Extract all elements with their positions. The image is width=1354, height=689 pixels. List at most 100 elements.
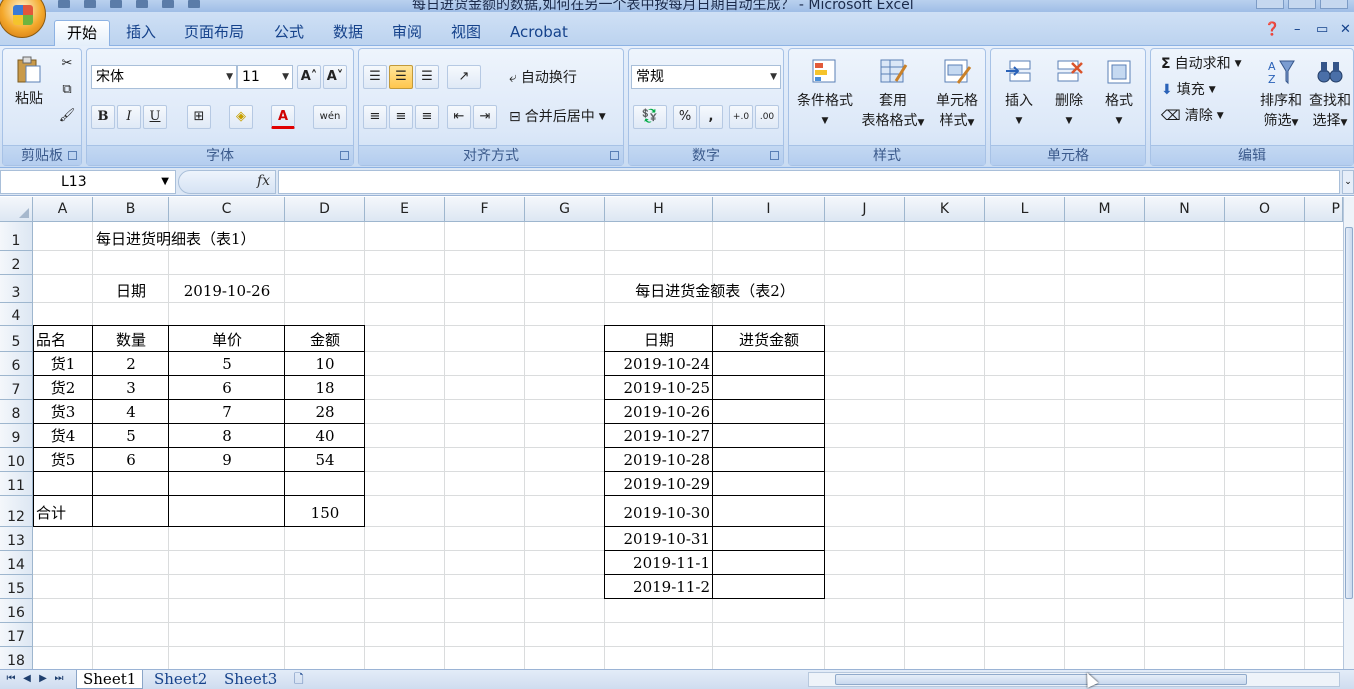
align-right-icon[interactable]: ≡ xyxy=(415,105,439,129)
fill-color-icon[interactable]: ◈ xyxy=(229,105,253,129)
table1-cell[interactable]: 4 xyxy=(93,400,169,424)
font-color-button[interactable]: A xyxy=(271,105,295,129)
table2-date-cell[interactable]: 2019-11-2 xyxy=(605,575,713,599)
row-header-12[interactable]: 12 xyxy=(0,496,33,527)
paste-button[interactable]: 粘贴 xyxy=(7,55,51,109)
phonetic-button[interactable]: wén xyxy=(313,105,347,129)
first-sheet-icon[interactable]: ⏮ xyxy=(4,672,18,686)
table2-date-cell[interactable]: 2019-10-29 xyxy=(605,472,713,496)
table2-header-date[interactable]: 日期 xyxy=(605,326,713,352)
row-header-9[interactable]: 9 xyxy=(0,424,33,448)
row-header-10[interactable]: 10 xyxy=(0,448,33,472)
tab-page-layout[interactable]: 页面布局 xyxy=(172,20,256,46)
formula-input[interactable] xyxy=(278,170,1340,194)
column-header-c[interactable]: C xyxy=(169,197,285,222)
row-header-11[interactable]: 11 xyxy=(0,472,33,496)
align-middle-icon[interactable]: ☰ xyxy=(389,65,413,89)
column-header-p[interactable]: P xyxy=(1305,197,1343,222)
column-header-e[interactable]: E xyxy=(365,197,445,222)
row-header-6[interactable]: 6 xyxy=(0,352,33,376)
column-header-b[interactable]: B xyxy=(93,197,169,222)
vertical-scrollbar[interactable] xyxy=(1343,197,1354,669)
table1-header-amount[interactable]: 金额 xyxy=(285,326,365,352)
table1-date-value[interactable]: 2019-10-26 xyxy=(169,275,285,303)
sheet-tab-sheet3[interactable]: Sheet3 xyxy=(218,670,283,689)
table2-date-cell[interactable]: 2019-10-25 xyxy=(605,376,713,400)
table2-date-cell[interactable]: 2019-10-30 xyxy=(605,496,713,527)
table1-cell[interactable]: 9 xyxy=(169,448,285,472)
table1-header-price[interactable]: 单价 xyxy=(169,326,285,352)
table1-header-qty[interactable]: 数量 xyxy=(93,326,169,352)
row-header-17[interactable]: 17 xyxy=(0,623,33,647)
ribbon-minimize-icon[interactable]: – xyxy=(1294,22,1301,37)
row-header-2[interactable]: 2 xyxy=(0,251,33,275)
underline-button[interactable]: U xyxy=(143,105,167,129)
clipboard-launcher-icon[interactable] xyxy=(68,151,77,160)
number-format-combo[interactable]: 常规 ▼ xyxy=(631,65,781,89)
maximize-button[interactable] xyxy=(1288,0,1316,9)
tab-data[interactable]: 数据 xyxy=(321,20,375,46)
align-left-icon[interactable]: ≡ xyxy=(363,105,387,129)
tab-acrobat[interactable]: Acrobat xyxy=(498,20,580,46)
minimize-button[interactable] xyxy=(1256,0,1284,9)
column-header-h[interactable]: H xyxy=(605,197,713,222)
table1-cell[interactable]: 货5 xyxy=(33,448,93,472)
tab-view[interactable]: 视图 xyxy=(439,20,493,46)
font-size-combo[interactable]: 11 ▼ xyxy=(237,65,293,89)
merge-center-button[interactable]: ⊟ 合并后居中 ▼ xyxy=(509,106,606,128)
name-box[interactable]: L13 ▼ xyxy=(0,170,176,194)
table1-total-value[interactable]: 150 xyxy=(285,496,365,527)
next-sheet-icon[interactable]: ▶ xyxy=(36,672,50,686)
table1-cell[interactable]: 40 xyxy=(285,424,365,448)
select-all-button[interactable] xyxy=(0,197,33,222)
delete-cells-button[interactable]: 删除 ▼ xyxy=(1047,57,1091,131)
row-header-3[interactable]: 3 xyxy=(0,275,33,303)
insert-function-icon[interactable]: fx xyxy=(257,173,270,189)
table1-cell[interactable]: 5 xyxy=(93,424,169,448)
table1-cell[interactable]: 5 xyxy=(169,352,285,376)
print-preview-icon[interactable] xyxy=(136,0,148,8)
row-header-5[interactable]: 5 xyxy=(0,326,33,352)
column-header-j[interactable]: J xyxy=(825,197,905,222)
autosum-button[interactable]: Σ 自动求和 ▼ xyxy=(1161,53,1242,75)
insert-sheet-icon[interactable]: 🗋 xyxy=(288,670,310,689)
cut-icon[interactable]: ✂ xyxy=(55,53,79,77)
column-header-f[interactable]: F xyxy=(445,197,525,222)
align-top-icon[interactable]: ☰ xyxy=(363,65,387,89)
column-header-n[interactable]: N xyxy=(1145,197,1225,222)
increase-indent-icon[interactable]: ⇥ xyxy=(473,105,497,129)
border-icon[interactable]: ⊞ xyxy=(187,105,211,129)
horizontal-scroll-thumb[interactable] xyxy=(835,674,1247,685)
table1-cell[interactable]: 7 xyxy=(169,400,285,424)
column-header-l[interactable]: L xyxy=(985,197,1065,222)
column-header-m[interactable]: M xyxy=(1065,197,1145,222)
shrink-font-button[interactable]: A˅ xyxy=(323,65,347,89)
table1-cell[interactable]: 货4 xyxy=(33,424,93,448)
italic-button[interactable]: I xyxy=(117,105,141,129)
sheet-tab-sheet2[interactable]: Sheet2 xyxy=(148,670,213,689)
customize-qat-icon[interactable] xyxy=(188,0,200,8)
table1-total-label[interactable]: 合计 xyxy=(33,496,93,527)
table1-header-product[interactable]: 品名 xyxy=(33,326,93,352)
table2-date-cell[interactable]: 2019-11-1 xyxy=(605,551,713,575)
column-header-o[interactable]: O xyxy=(1225,197,1305,222)
tab-review[interactable]: 审阅 xyxy=(380,20,434,46)
table1-cell[interactable]: 28 xyxy=(285,400,365,424)
number-launcher-icon[interactable] xyxy=(770,151,779,160)
bold-button[interactable]: B xyxy=(91,105,115,129)
decrease-indent-icon[interactable]: ⇤ xyxy=(447,105,471,129)
find-select-button[interactable]: 查找和 选择▼ xyxy=(1307,57,1353,133)
percent-button[interactable]: % xyxy=(673,105,697,129)
redo-icon[interactable] xyxy=(110,0,122,8)
decrease-decimal-icon[interactable]: .00 xyxy=(755,105,779,129)
table2-date-cell[interactable]: 2019-10-28 xyxy=(605,448,713,472)
font-launcher-icon[interactable] xyxy=(340,151,349,160)
alignment-launcher-icon[interactable] xyxy=(610,151,619,160)
table1-cell[interactable]: 6 xyxy=(93,448,169,472)
table2-date-cell[interactable]: 2019-10-31 xyxy=(605,527,713,551)
vertical-scroll-thumb[interactable] xyxy=(1345,227,1353,599)
table2-header-amount[interactable]: 进货金额 xyxy=(713,326,825,352)
prev-sheet-icon[interactable]: ◀ xyxy=(20,672,34,686)
sheet-tab-sheet1[interactable]: Sheet1 xyxy=(76,670,144,689)
row-header-18[interactable]: 18 xyxy=(0,647,33,669)
